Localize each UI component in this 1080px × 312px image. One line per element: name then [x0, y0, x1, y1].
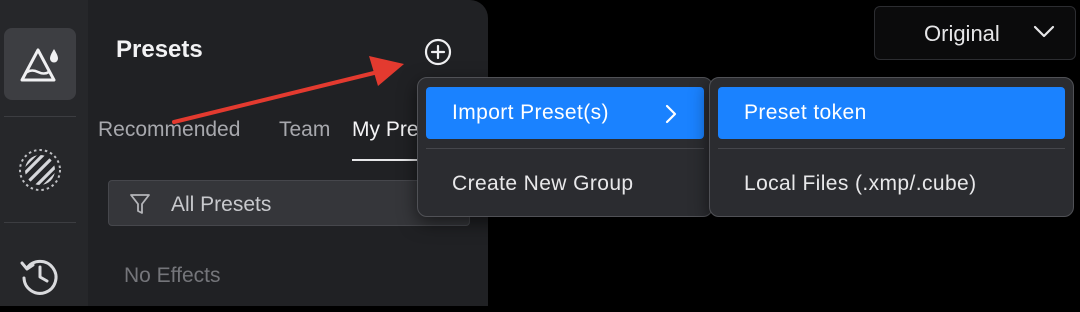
annotation-arrow: [172, 56, 404, 124]
